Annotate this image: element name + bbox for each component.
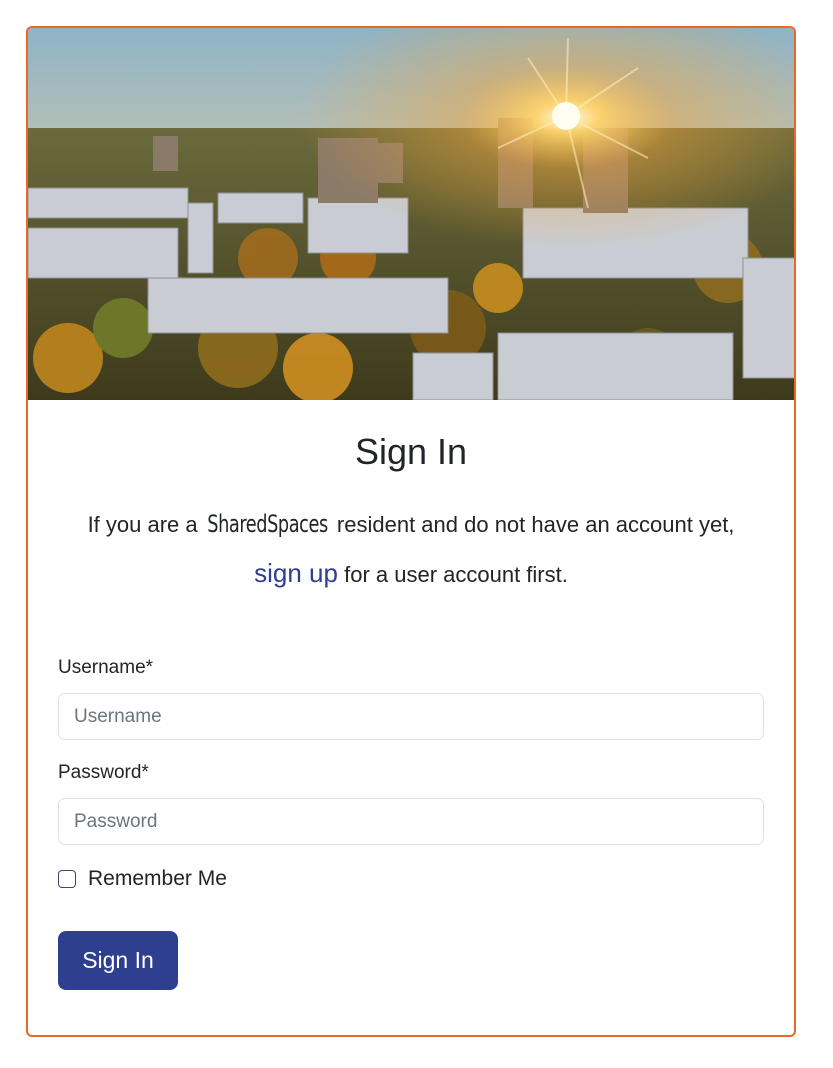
brand-name: SharedSpaces	[206, 510, 328, 538]
signup-link[interactable]: sign up	[254, 558, 338, 588]
signin-card: Sign In If you are a SharedSpaces reside…	[26, 26, 796, 1037]
hero-image	[28, 28, 794, 400]
username-field-group: Username*	[58, 657, 764, 740]
password-input[interactable]	[58, 798, 764, 845]
sign-in-button[interactable]: Sign In	[58, 931, 178, 990]
intro-text: If you are a SharedSpaces resident and d…	[68, 500, 754, 599]
remember-me-checkbox[interactable]	[58, 870, 76, 888]
intro-middle: resident and do not have an account yet,	[330, 512, 735, 537]
intro-after: for a user account first.	[337, 562, 568, 587]
remember-me-label[interactable]: Remember Me	[88, 867, 227, 891]
password-label: Password*	[58, 762, 149, 783]
username-input[interactable]	[58, 693, 764, 740]
intro-before: If you are a	[87, 512, 204, 537]
username-label: Username*	[58, 657, 154, 678]
card-body: Sign In If you are a SharedSpaces reside…	[28, 400, 794, 990]
page-title: Sign In	[354, 431, 468, 472]
remember-me-row: Remember Me	[58, 867, 764, 891]
password-field-group: Password*	[58, 762, 764, 845]
signin-form: Username* Password* Remember Me Sign In	[58, 657, 764, 990]
